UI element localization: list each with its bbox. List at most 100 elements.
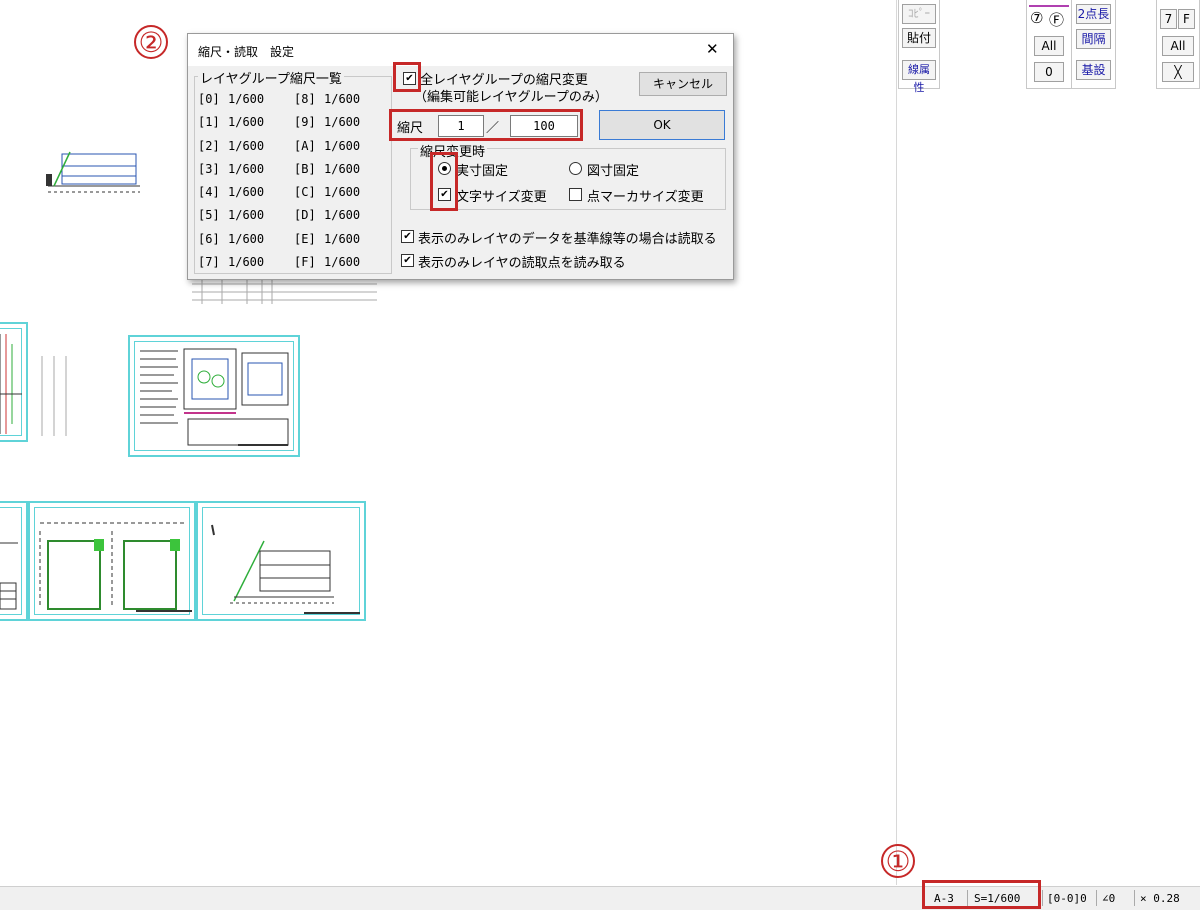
all-layer-groups-button[interactable]: All	[1162, 36, 1194, 56]
point-marker-checkbox[interactable]	[569, 188, 582, 201]
drawing-sheet	[0, 501, 28, 621]
read-baseline-label: 表示のみレイヤのデータを基準線等の場合は読取る	[418, 232, 717, 247]
highlight-scale-input	[389, 109, 583, 141]
layer-scale-value: 1/600	[228, 255, 265, 270]
cancel-button[interactable]: キャンセル	[639, 72, 727, 96]
group-divider	[1071, 0, 1072, 88]
drawing-sheet	[28, 501, 196, 621]
all-layers-button[interactable]: All	[1034, 36, 1064, 56]
separator-line	[1029, 5, 1069, 7]
angle-display[interactable]: ∠0	[1102, 892, 1115, 905]
drawing-sheet	[196, 501, 366, 621]
layer-scale-value: 1/600	[228, 92, 265, 106]
layer-scale-row: [E] 1/600	[294, 232, 374, 255]
layer-id: [A]	[294, 138, 316, 153]
scale-read-settings-dialog: 縮尺・読取 設定 ✕ レイヤグループ縮尺一覧 [0] 1/600 [1] 1/600[…	[187, 33, 734, 280]
seven-button[interactable]: 7	[1160, 9, 1177, 29]
line-attribute-button[interactable]: 線属性	[902, 60, 936, 94]
layer-scale-row: [8] 1/600	[294, 92, 374, 115]
layer-id: [1]	[198, 115, 220, 130]
layer-scale-value: 1/600	[228, 185, 265, 200]
layer-id: [B]	[294, 161, 316, 176]
layer-scale-list-right: [8] 1/600 [9] 1/600 [A] 1/600 [B] 1/600 [C] 1/600…	[294, 92, 374, 278]
annotation-marker-1: ①	[881, 844, 915, 878]
layer-id: [7]	[198, 255, 220, 270]
vertical-lines-fragment	[41, 356, 67, 436]
layer-group-toolbar: 7 F All ╳	[1156, 0, 1200, 89]
drawing-size-label: 図寸固定	[587, 164, 640, 179]
layer-scale-value: 1/600	[324, 185, 361, 200]
read-points-checkbox[interactable]: ✔	[401, 254, 414, 267]
layer-scale-value: 1/600	[324, 161, 361, 176]
zoom-display[interactable]: × 0.28	[1140, 892, 1180, 905]
paste-button[interactable]: 貼付	[902, 28, 936, 48]
circle-7-button[interactable]: ⑦	[1030, 9, 1043, 27]
layer-scale-value: 1/600	[324, 138, 361, 153]
layer-scale-value: 1/600	[324, 92, 361, 106]
layer-id: [4]	[198, 185, 220, 200]
layer-scale-value: 1/600	[228, 115, 265, 130]
ok-button[interactable]: OK	[599, 110, 725, 140]
dialog-title-bar: 縮尺・読取 設定 ✕	[188, 34, 733, 66]
clear-button[interactable]: ╳	[1162, 62, 1194, 82]
two-point-length-button[interactable]: 2点長	[1076, 4, 1111, 24]
layer-id: [0]	[198, 92, 220, 106]
text-size-label: 文字サイズ変更	[456, 190, 547, 205]
zero-layer-button[interactable]: 0	[1034, 62, 1064, 82]
layer-scale-row: [A] 1/600	[294, 139, 374, 162]
layer-display[interactable]: [0-0]0	[1047, 892, 1087, 905]
layer-scale-row: [1] 1/600	[198, 115, 278, 138]
right-panel-divider	[896, 0, 897, 885]
layer-scale-value: 1/600	[228, 138, 265, 153]
layer-id: [D]	[294, 208, 316, 223]
layer-scale-row: [4] 1/600	[198, 185, 278, 208]
highlight-status-scale	[922, 880, 1041, 909]
edit-toolbar-group: ｺﾋﾟｰ 貼付 線属性	[898, 0, 940, 94]
layer-scale-list-label: レイヤグループ縮尺一覧	[198, 68, 344, 87]
layer-scale-row: [7] 1/600	[198, 255, 278, 278]
layer-scale-row: [C] 1/600	[294, 185, 374, 208]
f-button[interactable]: F	[1178, 9, 1195, 29]
layer-toolbar-group: ⑦ Ⓕ All 0 2点長 間隔 基設	[1026, 0, 1116, 89]
layer-scale-value: 1/600	[324, 231, 361, 246]
read-baseline-checkbox[interactable]: ✔	[401, 230, 414, 243]
layer-id: [E]	[294, 231, 316, 246]
layer-scale-row: [3] 1/600	[198, 162, 278, 185]
actual-size-label: 実寸固定	[456, 164, 509, 179]
layer-scale-value: 1/600	[228, 231, 265, 246]
interval-button[interactable]: 間隔	[1076, 29, 1111, 49]
layer-scale-row: [B] 1/600	[294, 162, 374, 185]
layer-scale-row: [0] 1/600	[198, 92, 278, 115]
small-elevation-drawing	[46, 151, 140, 193]
read-points-label: 表示のみレイヤの読取点を読み取る	[418, 256, 626, 271]
layer-scale-row: [6] 1/600	[198, 232, 278, 255]
drawing-sheet	[0, 322, 28, 442]
annotation-marker-2: ②	[134, 25, 168, 59]
layer-scale-row: [5] 1/600	[198, 208, 278, 231]
layer-scale-list-left: [0] 1/600 [1] 1/600 [2] 1/600 [3] 1/600 [4] 1/600…	[198, 92, 278, 278]
layer-id: [8]	[294, 92, 316, 106]
layer-scale-row: [2] 1/600	[198, 139, 278, 162]
layer-id: [3]	[198, 161, 220, 176]
layer-scale-row: [D] 1/600	[294, 208, 374, 231]
layer-scale-value: 1/600	[324, 208, 361, 223]
drawing-sheet	[128, 335, 300, 457]
layer-scale-value: 1/600	[324, 255, 361, 270]
highlight-radio-and-textsize	[430, 152, 458, 211]
base-setting-button[interactable]: 基設	[1076, 60, 1111, 80]
layer-id: [F]	[294, 255, 316, 270]
layer-id: [C]	[294, 185, 316, 200]
layer-id: [2]	[198, 138, 220, 153]
highlight-all-layers-checkbox	[393, 62, 421, 92]
all-layers-sublabel: （編集可能レイヤグループのみ）	[414, 90, 608, 105]
circle-f-button[interactable]: Ⓕ	[1049, 9, 1064, 30]
drawing-size-radio[interactable]	[569, 162, 582, 175]
dialog-title: 縮尺・読取 設定	[198, 45, 295, 59]
layer-id: [9]	[294, 115, 316, 130]
layer-id: [6]	[198, 231, 220, 246]
copy-button[interactable]: ｺﾋﾟｰ	[902, 4, 936, 24]
layer-scale-value: 1/600	[228, 208, 265, 223]
close-icon[interactable]: ✕	[706, 40, 719, 58]
point-marker-label: 点マーカサイズ変更	[587, 190, 704, 205]
layer-scale-row: [9] 1/600	[294, 115, 374, 138]
